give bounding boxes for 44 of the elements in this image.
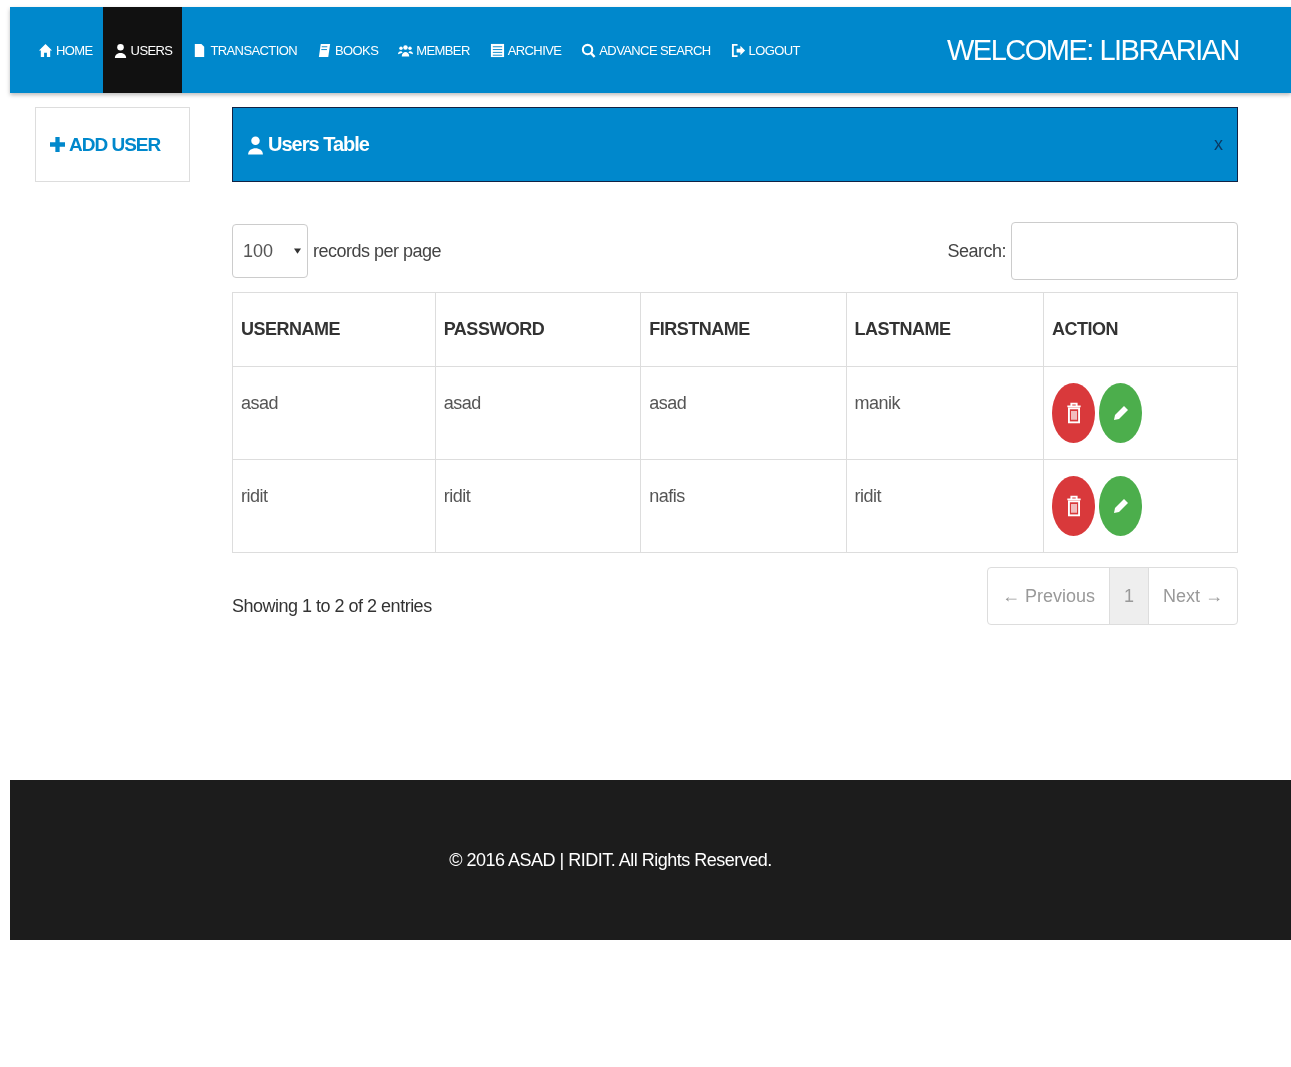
column-header: PASSWORD [435,292,641,367]
column-header: LASTNAME [846,292,1044,367]
table-cell: ridit [232,459,436,553]
welcome-text: WELCOME: LIBRARIAN [946,33,1239,67]
table-cell: nafis [640,459,847,553]
pagination-link[interactable]: 1 [1108,568,1148,624]
nav-link[interactable]: TRANSACTION [182,7,307,93]
plus-icon [50,137,65,152]
panel-title: Users Table [268,133,369,156]
table-cell: asad [640,366,847,460]
table-cell: asad [232,366,436,460]
search-label: Search: [947,240,1006,262]
table-cell: manik [846,366,1044,460]
caret-icon [294,248,301,254]
entries-info: Showing 1 to 2 of 2 entries [232,595,432,617]
column-header: ACTION [1043,292,1238,367]
group-icon [398,42,414,58]
close-button[interactable]: x [1214,134,1223,155]
nav-link[interactable]: ADVANCE SEARCH [571,7,721,93]
table-cell: ridit [846,459,1044,553]
per-page-select[interactable]: 100 [232,224,308,278]
nav-link[interactable]: USERS [102,7,183,93]
user-icon [112,42,128,58]
column-header: USERNAME [232,292,436,367]
search-icon [581,42,597,58]
user-icon [247,134,264,155]
add-user-button[interactable]: ADD USER [35,107,190,182]
trash-icon [1065,495,1082,517]
per-page-label: records per page [313,240,442,262]
book-icon [317,42,332,58]
copyright-text: © 2016 ASAD | RIDIT. All Rights Reserved. [449,849,772,871]
nav-link[interactable]: HOME [28,7,103,93]
table-cell: ridit [435,459,641,553]
trash-icon [1065,402,1082,424]
nav-link[interactable]: LOGOUT [720,7,810,93]
nav-link[interactable]: BOOKS [307,7,389,93]
nav-link[interactable]: ARCHIVE [479,7,572,93]
list-icon [489,42,505,58]
search-field[interactable] [1011,222,1238,280]
table-cell: asad [435,366,641,460]
nav-link[interactable]: MEMBER [388,7,480,93]
home-icon [38,42,53,58]
column-header: FIRSTNAME [640,292,847,367]
logout-icon [730,42,746,58]
